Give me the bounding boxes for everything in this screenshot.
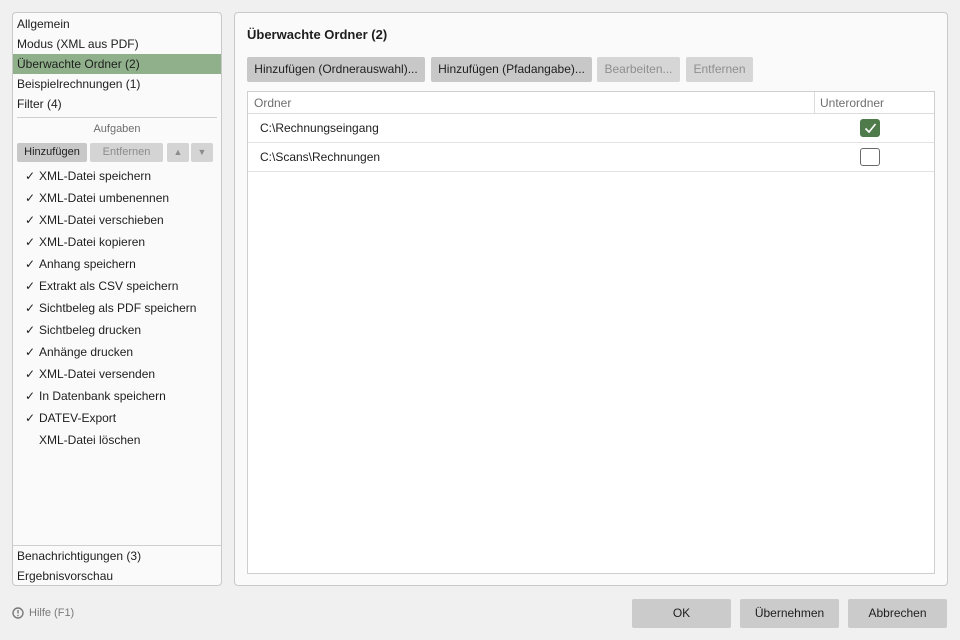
task-label: Anhänge drucken <box>39 345 134 359</box>
task-item[interactable]: ✓ Extrakt als CSV speichern <box>25 276 178 296</box>
apply-button[interactable]: Übernehmen <box>740 599 839 628</box>
add-task-button[interactable]: Hinzufügen <box>17 143 87 162</box>
task-item[interactable]: ✓ XML-Datei umbenennen <box>25 188 169 208</box>
remove-button[interactable]: Entfernen <box>686 57 753 82</box>
nav-item-ueberwachte-ordner[interactable]: Überwachte Ordner (2) <box>13 54 221 74</box>
checkmark-icon: ✓ <box>25 411 36 425</box>
task-label: XML-Datei kopieren <box>39 235 146 249</box>
checkmark-icon: ✓ <box>25 257 36 271</box>
page-title: Überwachte Ordner (2) <box>247 27 388 42</box>
task-item[interactable]: ✓ XML-Datei versenden <box>25 364 155 384</box>
task-item[interactable]: ✓ XML-Datei speichern <box>25 166 151 186</box>
task-label: XML-Datei umbenennen <box>39 191 170 205</box>
main-panel: Überwachte Ordner (2) Hinzufügen (Ordner… <box>234 12 948 586</box>
nav-item-allgemein[interactable]: Allgemein <box>13 14 221 34</box>
task-item[interactable]: ✓ Sichtbeleg als PDF speichern <box>25 298 196 318</box>
checkmark-icon: ✓ <box>25 389 36 403</box>
table-row[interactable]: C:\Rechnungseingang <box>248 114 934 143</box>
settings-sidebar: Allgemein Modus (XML aus PDF) Überwachte… <box>12 12 222 586</box>
task-label: Anhang speichern <box>39 257 136 271</box>
checkmark-icon <box>864 123 877 134</box>
task-label: In Datenbank speichern <box>39 389 166 403</box>
move-down-icon[interactable]: ▼ <box>191 143 213 162</box>
subfolders-checkbox[interactable] <box>860 148 880 166</box>
checkmark-icon: ✓ <box>25 367 36 381</box>
task-label: Extrakt als CSV speichern <box>39 279 179 293</box>
help-icon <box>12 607 24 625</box>
checkmark-icon: ✓ <box>25 235 36 249</box>
cancel-button[interactable]: Abbrechen <box>848 599 947 628</box>
table-header: Ordner Unterordner <box>248 92 934 114</box>
task-label: XML-Datei speichern <box>39 169 152 183</box>
checkmark-icon: ✓ <box>25 323 36 337</box>
checkmark-icon: ✓ <box>25 345 36 359</box>
edit-button[interactable]: Bearbeiten... <box>597 57 680 82</box>
task-item[interactable]: ✓ Sichtbeleg drucken <box>25 320 141 340</box>
task-item[interactable]: ✓ In Datenbank speichern <box>25 386 166 406</box>
checkmark-icon: ✓ <box>25 301 36 315</box>
checkmark-icon: ✓ <box>25 213 36 227</box>
add-folder-path-button[interactable]: Hinzufügen (Pfadangabe)... <box>431 57 592 82</box>
checkmark-icon: ✓ <box>25 169 36 183</box>
table-row[interactable]: C:\Scans\Rechnungen <box>248 143 934 172</box>
task-label: XML-Datei versenden <box>39 367 156 381</box>
nav-item-benachrichtigungen[interactable]: Benachrichtigungen (3) <box>13 546 221 566</box>
task-label: Sichtbeleg drucken <box>39 323 142 337</box>
task-item[interactable]: ✓ XML-Datei kopieren <box>25 232 145 252</box>
column-header-ordner[interactable]: Ordner <box>254 92 291 114</box>
nav-item-ergebnisvorschau[interactable]: Ergebnisvorschau <box>13 566 221 586</box>
task-item[interactable]: ✓ Anhänge drucken <box>25 342 133 362</box>
checkmark-icon: ✓ <box>25 191 36 205</box>
nav-item-filter[interactable]: Filter (4) <box>13 94 221 114</box>
task-label: DATEV-Export <box>39 411 117 425</box>
folders-table: Ordner Unterordner C:\Rechnungseingang C:… <box>247 91 935 574</box>
remove-task-button[interactable]: Entfernen <box>90 143 163 162</box>
nav-item-beispielrechnungen[interactable]: Beispielrechnungen (1) <box>13 74 221 94</box>
task-item[interactable]: ✓ DATEV-Export <box>25 408 116 428</box>
ok-button[interactable]: OK <box>632 599 731 628</box>
task-item[interactable]: ✓ Anhang speichern <box>25 254 136 274</box>
add-folder-select-button[interactable]: Hinzufügen (Ordnerauswahl)... <box>247 57 425 82</box>
checkmark-icon: ✓ <box>25 279 36 293</box>
task-label: XML-Datei verschieben <box>39 213 164 227</box>
nav-item-modus[interactable]: Modus (XML aus PDF) <box>13 34 221 54</box>
task-item[interactable]: XML-Datei löschen <box>25 430 140 450</box>
task-label: Sichtbeleg als PDF speichern <box>39 301 197 315</box>
folder-path: C:\Scans\Rechnungen <box>260 150 381 164</box>
task-item[interactable]: ✓ XML-Datei verschieben <box>25 210 164 230</box>
tasks-section-title: Aufgaben <box>93 123 141 135</box>
subfolders-checkbox[interactable] <box>860 119 880 137</box>
move-up-icon[interactable]: ▲ <box>167 143 189 162</box>
task-label: XML-Datei löschen <box>39 433 141 447</box>
help-label: Hilfe (F1) <box>29 607 75 619</box>
column-header-unterordner[interactable]: Unterordner <box>820 92 884 114</box>
column-separator[interactable] <box>814 92 815 114</box>
folder-path: C:\Rechnungseingang <box>260 121 379 135</box>
divider <box>17 117 217 118</box>
